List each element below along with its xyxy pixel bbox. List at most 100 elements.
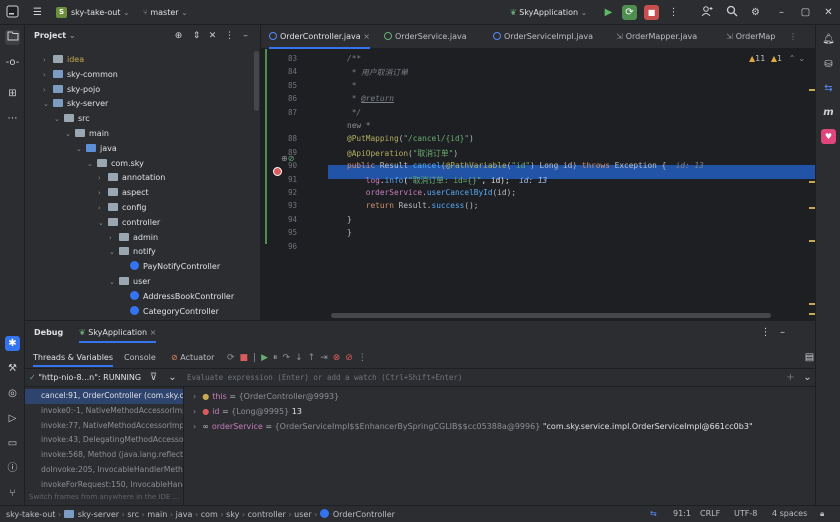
tree-item[interactable]: CategoryController xyxy=(120,305,219,320)
variable-row[interactable]: › ● this = {OrderController@9993} xyxy=(193,390,339,404)
stack-frame[interactable]: invoke0:-1, NativeMethodAccessorImpl xyxy=(25,404,183,419)
code-line[interactable]: } xyxy=(347,228,352,237)
debug-bug-icon[interactable]: ✱ xyxy=(5,336,20,351)
chevron-down-icon[interactable]: ⌄ xyxy=(54,112,64,127)
breadcrumb-item[interactable]: sky-server xyxy=(78,510,119,519)
stack-frame[interactable]: invoke:568, Method (java.lang.reflect xyxy=(25,448,183,463)
pause-icon[interactable]: ⏸ xyxy=(273,353,283,363)
chevron-right-icon[interactable]: › xyxy=(98,186,108,201)
gutter-mapping-icons[interactable]: ⊕⊘ xyxy=(281,154,294,163)
breadcrumb-item[interactable]: sky-take-out xyxy=(6,510,55,519)
main-menu-icon[interactable]: ☰ xyxy=(30,5,45,20)
error-stripe[interactable] xyxy=(809,55,815,320)
view-breakpoints-icon[interactable]: ⊗ xyxy=(333,353,346,363)
tree-item[interactable]: ⌄ com.sky xyxy=(87,157,144,172)
thread-dropdown-icon[interactable]: ⌄ xyxy=(165,370,180,385)
tree-item[interactable]: › aspect xyxy=(98,186,149,201)
debug-options-icon[interactable]: ⋮ xyxy=(758,325,773,340)
services-icon[interactable]: ◎ xyxy=(5,386,20,401)
collapse-all-icon[interactable]: ✕ xyxy=(205,29,220,44)
tab-order-service[interactable]: OrderService.java xyxy=(384,25,467,49)
endpoints-icon[interactable]: ⇆ xyxy=(821,81,836,96)
breadcrumb-item[interactable]: src xyxy=(127,510,139,519)
thread-selector[interactable]: ✓ "http-nio-8...n": RUNNING xyxy=(29,371,141,385)
prev-problem-icon[interactable]: ⌃ xyxy=(789,54,796,63)
chevron-down-icon[interactable]: ⌄ xyxy=(76,142,86,157)
chevron-right-icon[interactable]: › xyxy=(43,83,53,98)
code-line[interactable]: */ xyxy=(347,108,361,117)
breadcrumb-item[interactable]: main xyxy=(147,510,167,519)
step-out-icon[interactable]: ↑ xyxy=(308,353,321,363)
tab-order-service-impl[interactable]: OrderServiceImpl.java xyxy=(493,25,593,49)
code-line[interactable]: } xyxy=(347,215,352,224)
plugin-icon[interactable]: ♥ xyxy=(821,129,836,144)
debug-rerun-icon[interactable]: ⟳ xyxy=(622,5,637,20)
search-icon[interactable] xyxy=(724,5,739,20)
structure-icon[interactable]: ⊞ xyxy=(5,86,20,101)
stack-frame[interactable]: invoke:43, DelegatingMethodAccesso xyxy=(25,433,183,448)
terminal-icon[interactable]: ▭ xyxy=(5,436,20,451)
locate-icon[interactable]: ⊕ xyxy=(171,29,186,44)
code-line[interactable]: /** xyxy=(347,54,361,63)
chevron-right-icon[interactable]: › xyxy=(109,231,119,246)
more-actions-icon[interactable]: ⋮ xyxy=(666,5,681,20)
options-icon[interactable]: ⋮ xyxy=(222,29,237,44)
tree-item[interactable]: ⌄ controller xyxy=(98,216,160,231)
tree-item[interactable]: ⌄ java xyxy=(76,142,117,157)
code-line[interactable]: * 用户取消订单 xyxy=(347,67,408,78)
stack-frame[interactable]: invoke:77, NativeMethodAccessorImp xyxy=(25,419,183,434)
tab-order-controller[interactable]: OrderController.java × xyxy=(269,25,370,49)
variable-row[interactable]: › ∞ orderService = {OrderServiceImpl$$Enha… xyxy=(193,420,753,434)
run-config-selector[interactable]: ❦ SkyApplication ⌄ xyxy=(510,6,587,19)
line-separator[interactable]: CRLF xyxy=(700,509,720,518)
chevron-right-icon[interactable]: › xyxy=(193,407,196,416)
chevron-right-icon[interactable]: › xyxy=(43,53,53,68)
step-into-icon[interactable]: ↓ xyxy=(295,353,308,363)
breadcrumb-item[interactable]: OrderController xyxy=(333,510,395,519)
chevron-right-icon[interactable]: › xyxy=(193,392,196,401)
step-over-icon[interactable]: ↷ xyxy=(283,353,296,363)
watch-options-icon[interactable]: ⌄ xyxy=(800,370,815,385)
add-watch-icon[interactable]: + xyxy=(783,370,798,385)
build-hammer-icon[interactable]: ⚒ xyxy=(5,361,20,376)
breadcrumb-item[interactable]: user xyxy=(294,510,311,519)
tabs-overflow-icon[interactable]: ⋮ xyxy=(789,25,797,49)
lock-icon[interactable]: 🔒︎ xyxy=(820,509,824,519)
filter-icon[interactable]: ⊽ xyxy=(146,370,161,385)
chevron-down-icon[interactable]: ⌄ xyxy=(87,157,97,172)
code-line[interactable]: new * xyxy=(347,121,370,130)
stop-debug-icon[interactable]: ■ xyxy=(240,353,254,363)
code-line[interactable]: @ApiOperation("取消订单") xyxy=(347,148,458,159)
chevron-right-icon[interactable]: › xyxy=(43,68,53,83)
evaluate-expression-input[interactable]: Evaluate expression (Enter) or add a wat… xyxy=(187,373,462,382)
run-tool-icon[interactable]: ▷ xyxy=(5,411,20,426)
chevron-down-icon[interactable]: ⌄ xyxy=(43,97,53,112)
breakpoint-icon[interactable] xyxy=(273,167,282,176)
chevron-down-icon[interactable]: ⌄ xyxy=(109,275,119,290)
tree-item[interactable]: AddressBookController xyxy=(120,290,234,305)
expand-all-icon[interactable]: ⇕ xyxy=(189,29,204,44)
tree-item[interactable]: › idea xyxy=(43,53,84,68)
chevron-right-icon[interactable]: › xyxy=(98,201,108,216)
commit-icon[interactable]: -o- xyxy=(5,55,20,70)
settings-gear-icon[interactable]: ⚙ xyxy=(748,5,763,20)
chevron-down-icon[interactable]: ⌄ xyxy=(109,245,119,260)
next-problem-icon[interactable]: ⌄ xyxy=(798,54,805,63)
debug-more-icon[interactable]: ⋮ xyxy=(358,353,372,363)
tab-threads-variables[interactable]: Threads & Variables xyxy=(33,351,114,367)
code-line[interactable]: @PutMapping("/cancel/{id}") xyxy=(347,134,474,143)
code-line[interactable]: log.info("取消订单: id={}", id); id: 13 xyxy=(347,175,547,186)
rerun-icon[interactable]: ⟳ xyxy=(227,353,240,363)
breadcrumb-item[interactable]: controller xyxy=(248,510,286,519)
chevron-right-icon[interactable]: › xyxy=(193,422,196,431)
inspections-widget[interactable]: ▲11 ▲1 ⌃ ⌄ xyxy=(749,54,805,63)
tree-item[interactable]: › admin xyxy=(109,231,158,246)
breadcrumb-item[interactable]: com xyxy=(201,510,218,519)
notifications-bell-icon[interactable]: 🔔︎ xyxy=(821,32,836,47)
tab-console[interactable]: Console xyxy=(124,351,156,365)
code-line[interactable]: public Result cancel(@PathVariable("id")… xyxy=(347,161,704,170)
stack-frame[interactable]: cancel:91, OrderController (com.sky.c xyxy=(25,389,183,404)
add-user-icon[interactable] xyxy=(699,5,714,20)
run-icon[interactable]: ▶ xyxy=(601,5,616,20)
problems-icon[interactable]: ⓘ xyxy=(5,461,20,476)
